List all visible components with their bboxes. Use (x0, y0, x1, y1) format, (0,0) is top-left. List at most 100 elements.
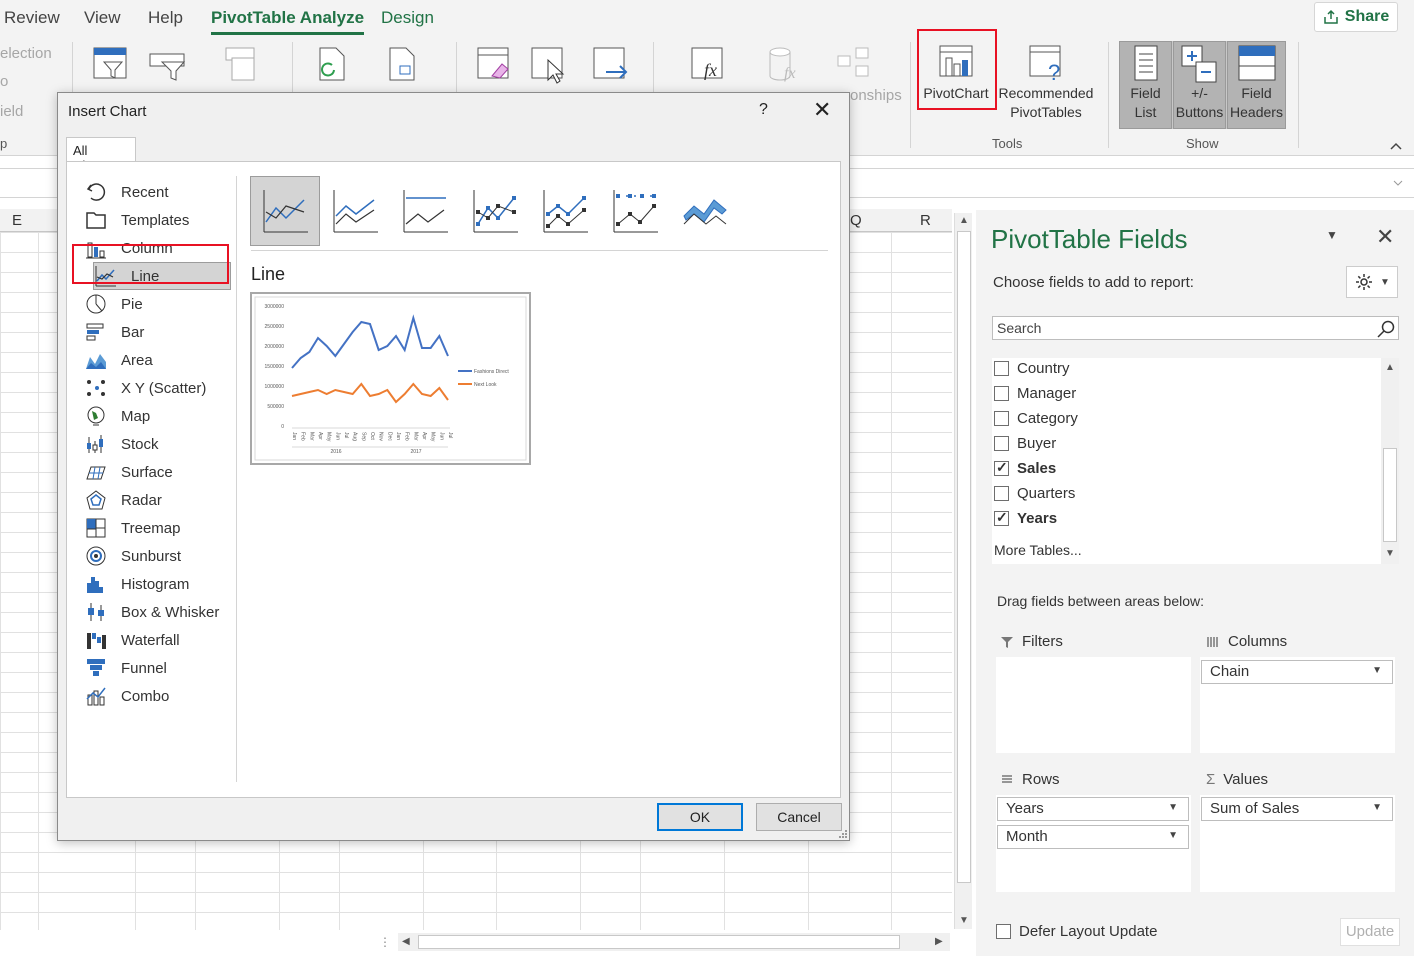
chart-preview[interactable]: 3000000 2500000 2000000 1500000 1000000 50000… (250, 292, 531, 465)
field-item-manager[interactable]: Manager (994, 382, 1076, 404)
horizontal-scrollbar[interactable]: ◀ ▶ (398, 933, 950, 951)
horizontal-scroll-thumb[interactable] (418, 935, 900, 949)
recommended-pivottables-button[interactable]: ? Recommended PivotTables (994, 42, 1098, 122)
chart-type-radar[interactable]: Radar (85, 486, 235, 514)
tab-review[interactable]: Review (4, 8, 60, 28)
chart-type-combo[interactable]: Combo (85, 682, 235, 710)
collapse-ribbon-icon[interactable] (1390, 142, 1402, 150)
chart-type-recent[interactable]: Recent (85, 178, 235, 206)
active-field-button[interactable] (88, 44, 132, 86)
field-checkbox[interactable] (994, 485, 1009, 501)
chart-type-area[interactable]: Area (85, 346, 235, 374)
refresh-button[interactable] (310, 44, 354, 86)
scroll-down-icon[interactable]: ▼ (959, 915, 969, 926)
field-list-scroll-thumb[interactable] (1383, 448, 1397, 542)
defer-layout-update[interactable]: Defer Layout Update (996, 923, 1157, 940)
subtype-100-stacked-line[interactable] (390, 176, 460, 246)
scroll-down-icon[interactable]: ▼ (1385, 548, 1395, 559)
tab-pivottable-analyze[interactable]: PivotTable Analyze (211, 8, 365, 35)
field-item-sales[interactable]: Sales (994, 457, 1056, 479)
chart-type-sunburst[interactable]: Sunburst (85, 542, 235, 570)
tab-help[interactable]: Help (148, 8, 183, 28)
subtype-stacked-line-markers[interactable] (530, 176, 600, 246)
values-drop-area[interactable]: Sum of Sales ▼ (1200, 795, 1395, 892)
field-checkbox[interactable] (994, 435, 1009, 451)
subtype-line-markers[interactable] (460, 176, 530, 246)
field-item-quarters[interactable]: Quarters (994, 482, 1075, 504)
scroll-right-icon[interactable]: ▶ (935, 936, 943, 947)
olap-tools-button[interactable]: fx (762, 44, 806, 86)
subtype-stacked-line[interactable] (320, 176, 390, 246)
tab-view[interactable]: View (84, 8, 121, 28)
expand-formula-bar-icon[interactable] (1393, 179, 1403, 187)
defer-checkbox[interactable] (996, 924, 1011, 939)
rows-field-chip-years[interactable]: Years ▼ (997, 797, 1189, 821)
field-list-scrollbar[interactable]: ▲ ▼ (1381, 358, 1399, 564)
update-button[interactable]: Update (1340, 918, 1400, 946)
values-field-chip[interactable]: Sum of Sales ▼ (1201, 797, 1393, 821)
column-header-q[interactable]: Q (850, 212, 862, 229)
scroll-left-icon[interactable]: ◀ (402, 936, 410, 947)
close-icon[interactable]: ✕ (813, 97, 831, 123)
pane-close-icon[interactable]: ✕ (1376, 224, 1394, 250)
help-icon[interactable]: ? (759, 101, 768, 119)
subtype-100-stacked-line-markers[interactable] (600, 176, 670, 246)
filter-connections-button[interactable] (218, 44, 262, 86)
resize-grip-icon[interactable] (838, 829, 848, 839)
tab-all-charts[interactable]: All Charts (66, 137, 136, 173)
fields-items-sets-button[interactable]: fx (686, 44, 730, 86)
field-list-button[interactable]: Field List (1119, 41, 1172, 129)
chart-type-funnel[interactable]: Funnel (85, 654, 235, 682)
field-search-input[interactable]: Search (992, 316, 1399, 340)
select-button[interactable] (526, 44, 570, 86)
field-item-years[interactable]: Years (994, 507, 1057, 529)
rows-field-chip-month[interactable]: Month ▼ (997, 825, 1189, 849)
split-handle-icon[interactable]: ⋮ (379, 935, 391, 949)
columns-field-chip[interactable]: Chain ▼ (1201, 660, 1393, 684)
relationships-button[interactable] (832, 44, 876, 86)
field-checkbox[interactable] (994, 410, 1009, 426)
cancel-button[interactable]: Cancel (756, 803, 842, 831)
rows-drop-area[interactable]: Years ▼ Month ▼ (996, 795, 1191, 892)
columns-drop-area[interactable]: Chain ▼ (1200, 657, 1395, 753)
chart-type-scatter[interactable]: X Y (Scatter) (85, 374, 235, 402)
pane-options-chevron-icon[interactable]: ▼ (1326, 228, 1338, 242)
clear-button[interactable] (472, 44, 516, 86)
field-item-category[interactable]: Category (994, 407, 1078, 429)
subtype-line[interactable] (250, 176, 320, 246)
field-checkbox-checked[interactable] (994, 509, 1009, 526)
move-pivottable-button[interactable] (588, 44, 632, 86)
field-headers-button[interactable]: Field Headers (1227, 41, 1286, 129)
chart-type-pie[interactable]: Pie (85, 290, 235, 318)
field-checkbox-checked[interactable] (994, 459, 1009, 476)
chart-type-treemap[interactable]: Treemap (85, 514, 235, 542)
chip-dropdown-icon[interactable]: ▼ (1372, 665, 1382, 676)
column-header-e[interactable]: E (12, 212, 22, 229)
chart-type-waterfall[interactable]: Waterfall (85, 626, 235, 654)
chart-type-templates[interactable]: Templates (85, 206, 235, 234)
tools-gear-button[interactable]: ▼ (1346, 266, 1398, 298)
scroll-up-icon[interactable]: ▲ (959, 215, 969, 226)
chart-type-box-whisker[interactable]: Box & Whisker (85, 598, 235, 626)
scroll-up-icon[interactable]: ▲ (1385, 362, 1395, 373)
subtype-3d-line[interactable] (670, 176, 740, 246)
field-item-country[interactable]: Country (994, 357, 1070, 379)
chart-type-histogram[interactable]: Histogram (85, 570, 235, 598)
plus-minus-buttons-button[interactable]: +/- Buttons (1173, 41, 1226, 129)
tab-design[interactable]: Design (381, 8, 434, 28)
more-tables-link[interactable]: More Tables... (994, 542, 1082, 558)
group-field-button[interactable] (146, 50, 190, 86)
ok-button[interactable]: OK (657, 803, 743, 831)
change-data-source-button[interactable] (380, 44, 424, 86)
vertical-scroll-thumb[interactable] (957, 231, 971, 883)
field-checkbox[interactable] (994, 360, 1009, 376)
search-icon[interactable] (1376, 319, 1396, 339)
column-header-r[interactable]: R (920, 212, 931, 229)
chart-type-stock[interactable]: Stock (85, 430, 235, 458)
chip-dropdown-icon[interactable]: ▼ (1372, 802, 1382, 813)
chip-dropdown-icon[interactable]: ▼ (1168, 830, 1178, 841)
chart-type-map[interactable]: Map (85, 402, 235, 430)
vertical-scrollbar[interactable]: ▲ ▼ (954, 213, 972, 929)
filters-drop-area[interactable] (996, 657, 1191, 753)
field-checkbox[interactable] (994, 385, 1009, 401)
